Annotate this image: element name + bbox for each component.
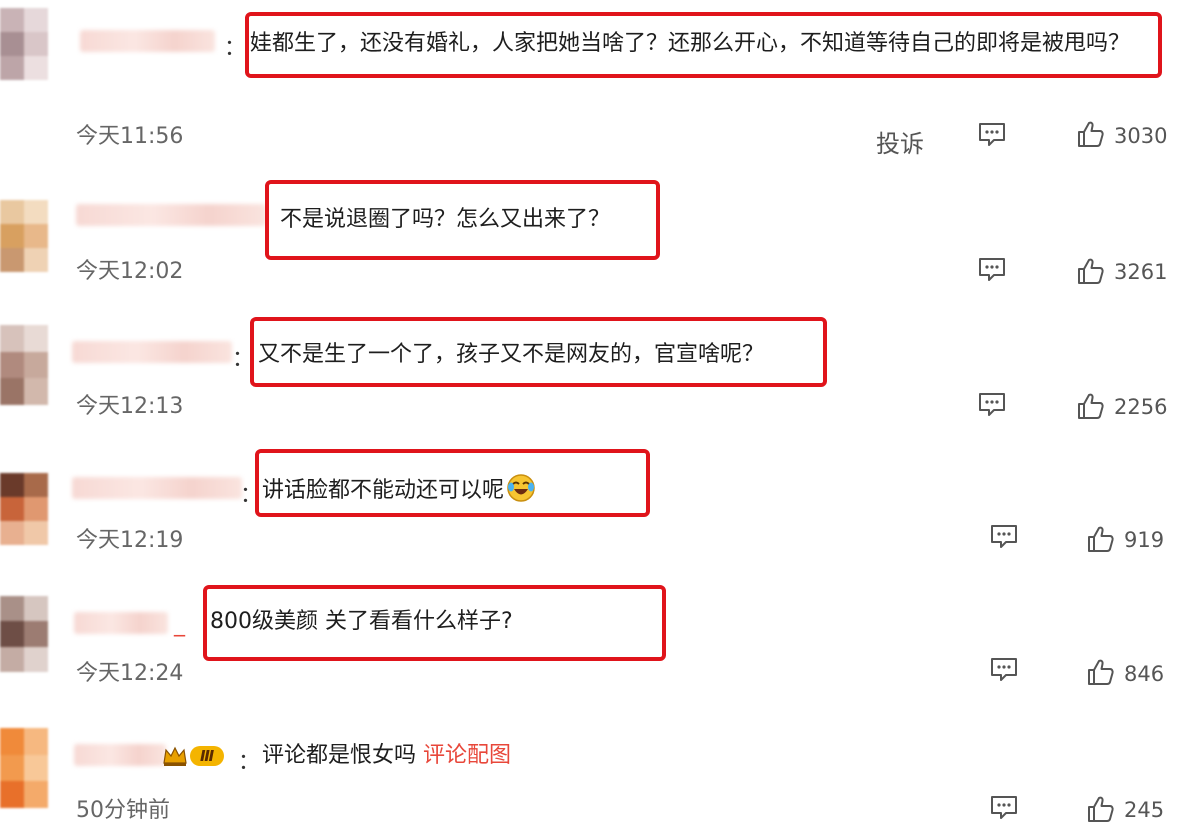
username[interactable] [72, 341, 232, 363]
highlight-box [245, 12, 1162, 78]
like-icon[interactable] [1086, 795, 1114, 823]
like-icon[interactable] [1076, 257, 1104, 285]
comment-text-content: 评论都是恨女吗 [262, 743, 417, 768]
like-count: 2256 [1114, 395, 1168, 419]
badge-level: Ⅲ [190, 746, 225, 766]
like-icon[interactable] [1086, 525, 1114, 553]
comment-text: 评论都是恨女吗 评论配图 [262, 738, 511, 774]
like-icon[interactable] [1076, 120, 1104, 148]
like-count: 846 [1124, 662, 1165, 686]
like-count: 245 [1124, 798, 1165, 822]
username[interactable] [76, 204, 266, 226]
reply-icon[interactable] [989, 523, 1019, 549]
reply-icon[interactable] [989, 656, 1019, 682]
highlight-box [265, 180, 660, 260]
reply-icon[interactable] [977, 121, 1007, 147]
comment-item: ： 又不是生了一个了，孩子又不是网友的，官宣啥呢？ 今天12:13 2256 [0, 315, 1200, 435]
username[interactable] [72, 477, 242, 499]
comment-time: 今天12:24 [76, 661, 184, 686]
comment-item: ： 讲话脸都不能动还可以呢 今天12:19 919 [0, 445, 1200, 570]
comment-time: 今天12:19 [76, 528, 184, 553]
reply-icon[interactable] [977, 391, 1007, 417]
reply-icon[interactable] [989, 794, 1019, 820]
crown-icon [163, 746, 187, 766]
comment-time: 今天12:02 [76, 259, 184, 284]
comment-item: ： 娃都生了，还没有婚礼，人家把她当啥了？还那么开心，不知道等待自己的即将是被甩… [0, 0, 1200, 160]
avatar[interactable] [0, 200, 48, 272]
comment-item: 不是说退圈了吗？怎么又出来了？ 今天12:02 3261 [0, 180, 1200, 300]
like-count: 3261 [1114, 260, 1168, 284]
name-separator: ： [238, 750, 261, 775]
comment-time: 今天12:13 [76, 394, 184, 419]
vip-badge[interactable]: Ⅲ [162, 744, 225, 768]
report-button[interactable]: 投诉 [876, 124, 924, 159]
avatar[interactable] [0, 596, 48, 672]
like-icon[interactable] [1076, 392, 1104, 420]
like-count: 919 [1124, 528, 1165, 552]
username[interactable] [74, 612, 168, 634]
comment-time: 今天11:56 [76, 124, 184, 149]
reply-icon[interactable] [977, 256, 1007, 282]
highlight-box [255, 449, 650, 517]
comment-item: Ⅲ ： 评论都是恨女吗 评论配图 50分钟前 245 [0, 718, 1200, 837]
highlight-box [203, 585, 666, 661]
highlight-box [250, 317, 827, 387]
comment-time: 50分钟前 [76, 798, 170, 823]
avatar[interactable] [0, 325, 48, 405]
image-link[interactable]: 评论配图 [423, 743, 511, 768]
avatar[interactable] [0, 8, 48, 80]
avatar[interactable] [0, 728, 48, 808]
name-separator: _ [174, 612, 185, 637]
like-count: 3030 [1114, 124, 1168, 148]
like-icon[interactable] [1086, 658, 1114, 686]
avatar[interactable] [0, 473, 48, 545]
comment-item: _ 800级美颜 关了看看什么样子? 今天12:24 846 [0, 582, 1200, 702]
username[interactable] [74, 744, 166, 766]
